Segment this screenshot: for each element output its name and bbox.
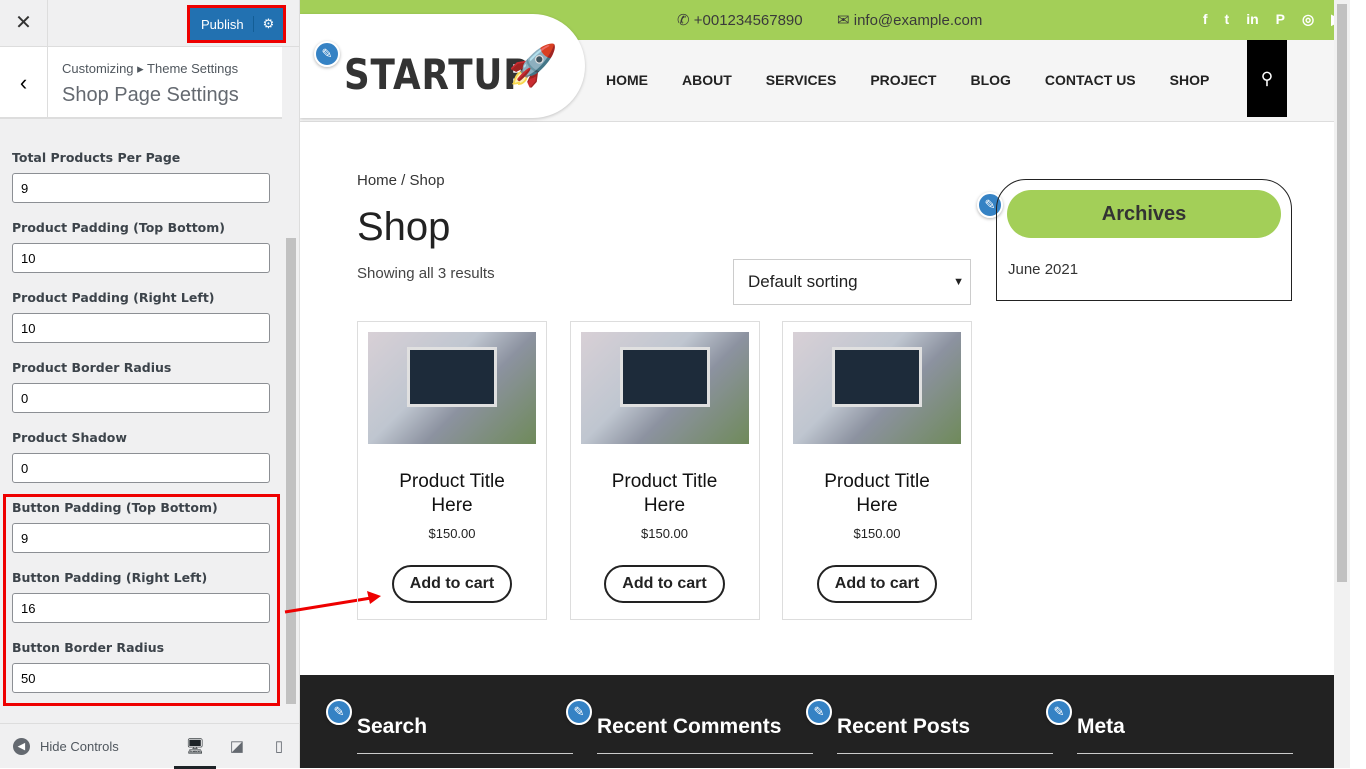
- setting-field: Product Padding (Top Bottom): [12, 220, 270, 290]
- nav-item[interactable]: HOME: [606, 72, 648, 88]
- archives-title: Archives: [1007, 190, 1281, 238]
- setting-field: Product Border Radius: [12, 360, 270, 430]
- sort-select[interactable]: Default sorting ▼: [733, 259, 971, 305]
- setting-input[interactable]: [12, 313, 270, 343]
- footer-widget-title: Recent Comments: [597, 715, 813, 754]
- add-to-cart-button[interactable]: Add to cart: [391, 565, 513, 603]
- setting-field: Product Padding (Right Left): [12, 290, 270, 360]
- section-title: Shop Page Settings: [62, 84, 239, 106]
- product-price: $150.00: [853, 526, 901, 541]
- desktop-preview-icon[interactable]: 🖥: [174, 724, 216, 769]
- field-label: Product Shadow: [12, 430, 127, 445]
- close-button[interactable]: ✕: [0, 0, 48, 47]
- product-card: Product Title Here $150.00 Add to cart: [357, 321, 547, 620]
- nav-item[interactable]: BLOG: [970, 72, 1010, 88]
- gear-icon[interactable]: ⚙: [253, 16, 283, 32]
- site-logo[interactable]: STARTUP 🚀: [300, 14, 585, 118]
- facebook-icon[interactable]: f: [1203, 11, 1208, 28]
- highlight-box: [3, 494, 280, 706]
- edit-pencil-icon[interactable]: ✎: [566, 699, 592, 725]
- setting-input[interactable]: [12, 243, 270, 273]
- collapse-icon: ◀: [13, 737, 30, 755]
- product-price: $150.00: [428, 526, 476, 541]
- setting-input[interactable]: [12, 383, 270, 413]
- setting-field: Product Shadow: [12, 430, 270, 500]
- nav-item[interactable]: ABOUT: [682, 72, 732, 88]
- edit-pencil-icon[interactable]: ✎: [314, 41, 340, 67]
- product-image[interactable]: [793, 332, 961, 444]
- breadcrumb: Customizing ▸ Theme Settings: [62, 61, 239, 76]
- edit-pencil-icon[interactable]: ✎: [326, 699, 352, 725]
- add-to-cart-button[interactable]: Add to cart: [816, 565, 938, 603]
- pinterest-icon[interactable]: P: [1276, 11, 1285, 28]
- customizer-panel: ✕ Publish ⚙ ‹ Customizing ▸ Theme Setting…: [0, 0, 300, 769]
- product-card: Product Title Here $150.00 Add to cart: [782, 321, 972, 620]
- phone: ✆ +001234567890: [677, 12, 803, 29]
- nav-item[interactable]: PROJECT: [870, 72, 936, 88]
- setting-input[interactable]: [12, 173, 270, 203]
- archive-link[interactable]: June 2021: [1008, 261, 1078, 278]
- publish-highlight: Publish ⚙: [187, 5, 286, 43]
- nav-item[interactable]: CONTACT US: [1045, 72, 1136, 88]
- archives-widget: Archives June 2021: [996, 179, 1292, 301]
- footer-widget-title: Recent Posts: [837, 715, 1053, 754]
- back-button[interactable]: ‹: [0, 47, 48, 119]
- tablet-preview-icon[interactable]: ◪: [216, 737, 258, 755]
- page-scrollbar[interactable]: [1334, 0, 1350, 768]
- nav-item[interactable]: SHOP: [1170, 72, 1210, 88]
- chevron-down-icon: ▼: [953, 276, 964, 288]
- setting-input[interactable]: [12, 453, 270, 483]
- setting-field: Total Products Per Page: [12, 150, 270, 220]
- rocket-icon: 🚀: [508, 44, 558, 88]
- footer-widget-title: Search: [357, 715, 573, 754]
- field-label: Product Padding (Top Bottom): [12, 220, 225, 235]
- mobile-preview-icon[interactable]: ▯: [258, 737, 300, 755]
- footer-widget-title: Meta: [1077, 715, 1293, 754]
- product-card: Product Title Here $150.00 Add to cart: [569, 321, 760, 620]
- footer: ✎ Search ✎ Recent Comments ✎ Recent Posts ✎ Met…: [300, 675, 1350, 768]
- add-to-cart-button[interactable]: Add to cart: [604, 565, 725, 603]
- instagram-icon[interactable]: ◎: [1302, 11, 1314, 28]
- hide-controls-button[interactable]: ◀ Hide Controls: [13, 737, 174, 755]
- hide-controls-label: Hide Controls: [40, 738, 119, 754]
- nav-item[interactable]: SERVICES: [766, 72, 837, 88]
- twitter-icon[interactable]: t: [1225, 11, 1230, 28]
- field-label: Total Products Per Page: [12, 150, 181, 165]
- breadcrumb: Home / Shop: [357, 172, 445, 189]
- edit-pencil-icon[interactable]: ✎: [806, 699, 832, 725]
- field-label: Product Padding (Right Left): [12, 290, 215, 305]
- publish-button[interactable]: Publish ⚙: [190, 8, 283, 40]
- product-price: $150.00: [641, 526, 688, 541]
- field-label: Product Border Radius: [12, 360, 172, 375]
- product-image[interactable]: [580, 332, 749, 444]
- product-image[interactable]: [368, 332, 536, 444]
- product-title[interactable]: Product Title Here: [358, 470, 546, 518]
- page-title: Shop: [357, 205, 451, 249]
- linkedin-icon[interactable]: in: [1246, 11, 1258, 28]
- edit-pencil-icon[interactable]: ✎: [1046, 699, 1072, 725]
- site-preview: ✆ +001234567890 ✉ info@example.com f t in P…: [300, 0, 1350, 768]
- email: ✉ info@example.com: [837, 12, 983, 29]
- product-title[interactable]: Product Title Here: [783, 470, 971, 518]
- publish-label: Publish: [201, 16, 244, 32]
- result-count: Showing all 3 results: [357, 265, 495, 282]
- product-title[interactable]: Product Title Here: [571, 470, 759, 518]
- search-icon[interactable]: ⚲: [1247, 40, 1287, 117]
